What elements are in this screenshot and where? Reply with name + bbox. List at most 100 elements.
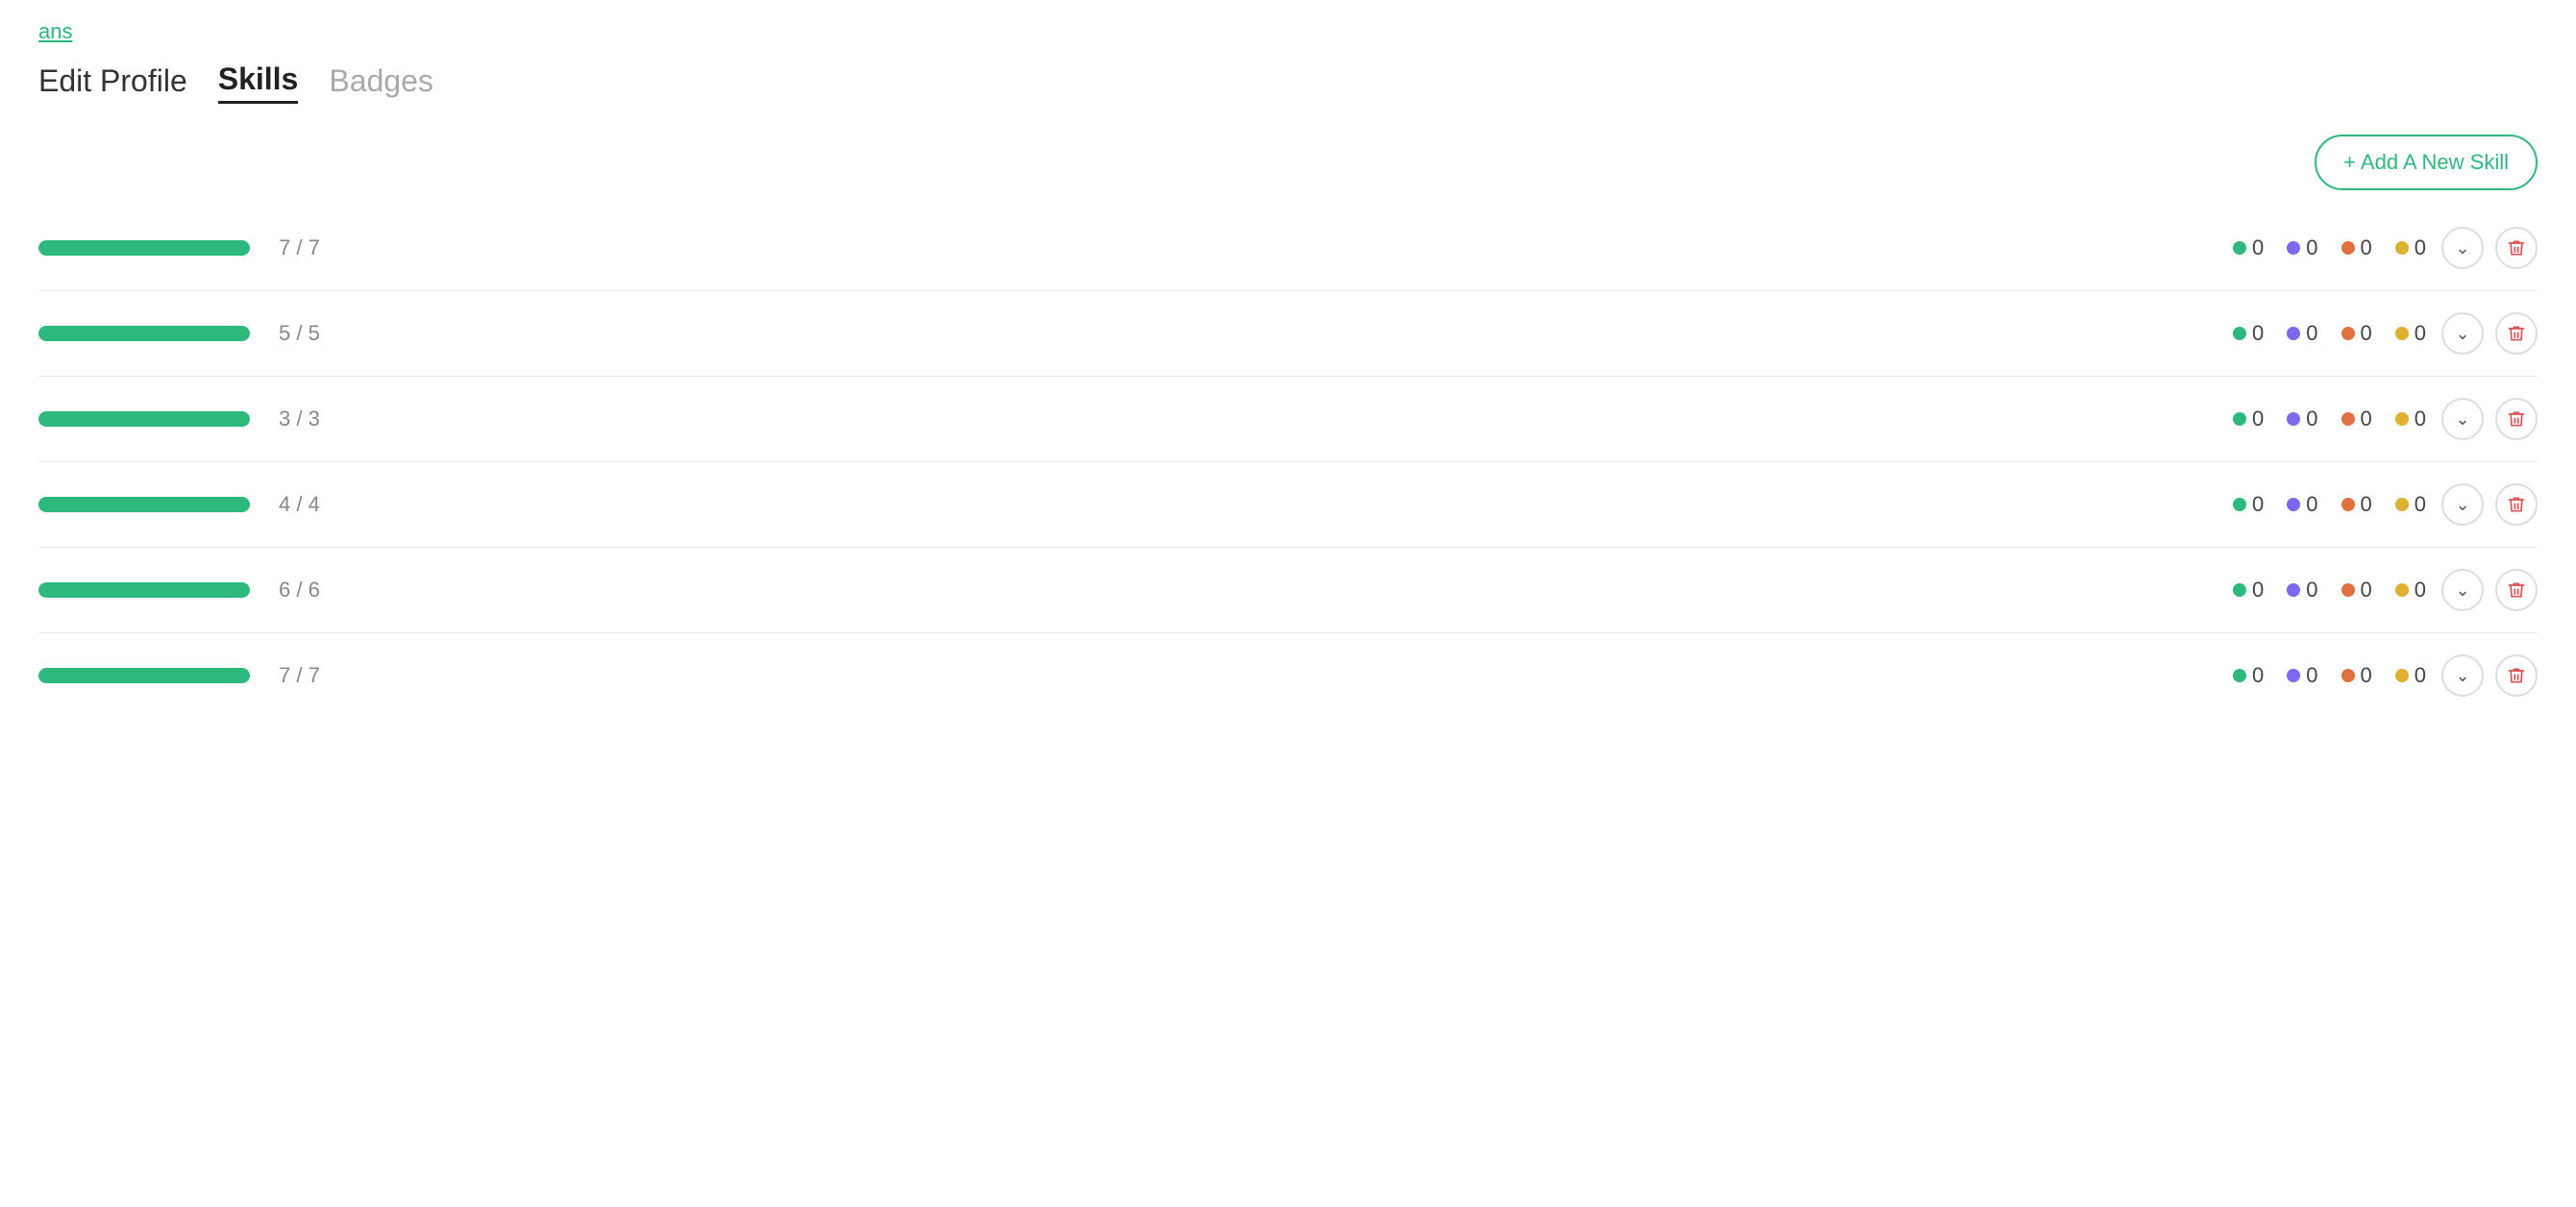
progress-bar-fill [38,582,250,598]
top-nav-link[interactable]: ans [38,19,72,44]
progress-bar-bg [38,326,250,341]
skill-actions: ⌄ [2441,483,2538,526]
dot-yellow-icon [2395,583,2409,597]
dot-yellow-icon [2395,241,2409,255]
progress-bar-bg [38,240,250,256]
delete-skill-button[interactable] [2495,227,2538,269]
trash-icon [2507,495,2526,514]
badge-green-count: 0 [2252,406,2264,431]
badge-orange-count: 0 [2361,663,2372,688]
delete-skill-button[interactable] [2495,483,2538,526]
badge-purple: 0 [2287,578,2317,603]
expand-skill-button[interactable]: ⌄ [2441,483,2484,526]
dot-green-icon [2233,498,2246,511]
dot-yellow-icon [2395,498,2409,511]
expand-skill-button[interactable]: ⌄ [2441,227,2484,269]
expand-skill-button[interactable]: ⌄ [2441,398,2484,440]
skill-row: 7 / 7 0 0 0 0 ⌄ [38,633,2538,718]
badge-orange-count: 0 [2361,235,2372,260]
badge-yellow-count: 0 [2415,492,2426,517]
skill-badges: 0 0 0 0 [2233,578,2426,603]
trash-icon [2507,238,2526,258]
badge-purple: 0 [2287,321,2317,346]
dot-green-icon [2233,241,2246,255]
skill-badges: 0 0 0 0 [2233,663,2426,688]
trash-icon [2507,666,2526,685]
badge-green: 0 [2233,492,2264,517]
badge-yellow-count: 0 [2415,406,2426,431]
badge-green: 0 [2233,321,2264,346]
expand-skill-button[interactable]: ⌄ [2441,312,2484,355]
dot-orange-icon [2341,412,2355,426]
delete-skill-button[interactable] [2495,398,2538,440]
skill-row: 4 / 4 0 0 0 0 ⌄ [38,462,2538,548]
badge-purple-count: 0 [2306,663,2317,688]
dot-green-icon [2233,669,2246,682]
progress-bar-container [38,326,250,341]
toolbar: + Add A New Skill [38,135,2538,190]
badge-orange: 0 [2341,406,2372,431]
badge-green: 0 [2233,578,2264,603]
progress-bar-fill [38,668,250,683]
badge-yellow-count: 0 [2415,663,2426,688]
skill-badges: 0 0 0 0 [2233,406,2426,431]
dot-purple-icon [2287,412,2300,426]
skill-actions: ⌄ [2441,569,2538,611]
tab-badges[interactable]: Badges [329,63,433,103]
tab-edit-profile[interactable]: Edit Profile [38,63,187,103]
delete-skill-button[interactable] [2495,654,2538,697]
badge-yellow-count: 0 [2415,578,2426,603]
dot-purple-icon [2287,498,2300,511]
progress-bar-container [38,668,250,683]
badge-purple: 0 [2287,235,2317,260]
badge-purple-count: 0 [2306,578,2317,603]
progress-bar-container [38,497,250,512]
delete-skill-button[interactable] [2495,312,2538,355]
delete-skill-button[interactable] [2495,569,2538,611]
skill-label: 7 / 7 [279,663,356,688]
badge-green-count: 0 [2252,321,2264,346]
skill-label: 6 / 6 [279,578,356,603]
dot-yellow-icon [2395,327,2409,340]
add-skill-button[interactable]: + Add A New Skill [2315,135,2538,190]
skill-actions: ⌄ [2441,654,2538,697]
badge-orange: 0 [2341,492,2372,517]
tab-skills[interactable]: Skills [218,62,299,104]
badge-orange: 0 [2341,235,2372,260]
skill-actions: ⌄ [2441,312,2538,355]
badge-purple: 0 [2287,663,2317,688]
badge-yellow: 0 [2395,663,2426,688]
skill-badges: 0 0 0 0 [2233,492,2426,517]
dot-yellow-icon [2395,669,2409,682]
badge-purple-count: 0 [2306,406,2317,431]
dot-orange-icon [2341,327,2355,340]
badge-green: 0 [2233,406,2264,431]
badge-orange-count: 0 [2361,492,2372,517]
progress-bar-fill [38,497,250,512]
badge-yellow: 0 [2395,406,2426,431]
skill-actions: ⌄ [2441,398,2538,440]
dot-purple-icon [2287,583,2300,597]
badge-green: 0 [2233,235,2264,260]
badge-yellow: 0 [2395,235,2426,260]
badge-purple-count: 0 [2306,321,2317,346]
badge-green-count: 0 [2252,235,2264,260]
dot-purple-icon [2287,327,2300,340]
badge-orange-count: 0 [2361,321,2372,346]
dot-green-icon [2233,583,2246,597]
expand-skill-button[interactable]: ⌄ [2441,569,2484,611]
badge-orange-count: 0 [2361,578,2372,603]
badge-green: 0 [2233,663,2264,688]
skill-row: 3 / 3 0 0 0 0 ⌄ [38,377,2538,462]
skill-row: 5 / 5 0 0 0 0 ⌄ [38,291,2538,377]
trash-icon [2507,324,2526,343]
badge-purple: 0 [2287,492,2317,517]
skill-label: 4 / 4 [279,492,356,517]
dot-purple-icon [2287,669,2300,682]
badge-purple-count: 0 [2306,492,2317,517]
dot-green-icon [2233,327,2246,340]
skill-label: 5 / 5 [279,321,356,346]
badge-orange: 0 [2341,663,2372,688]
tab-bar: Edit Profile Skills Badges [38,62,2538,104]
expand-skill-button[interactable]: ⌄ [2441,654,2484,697]
